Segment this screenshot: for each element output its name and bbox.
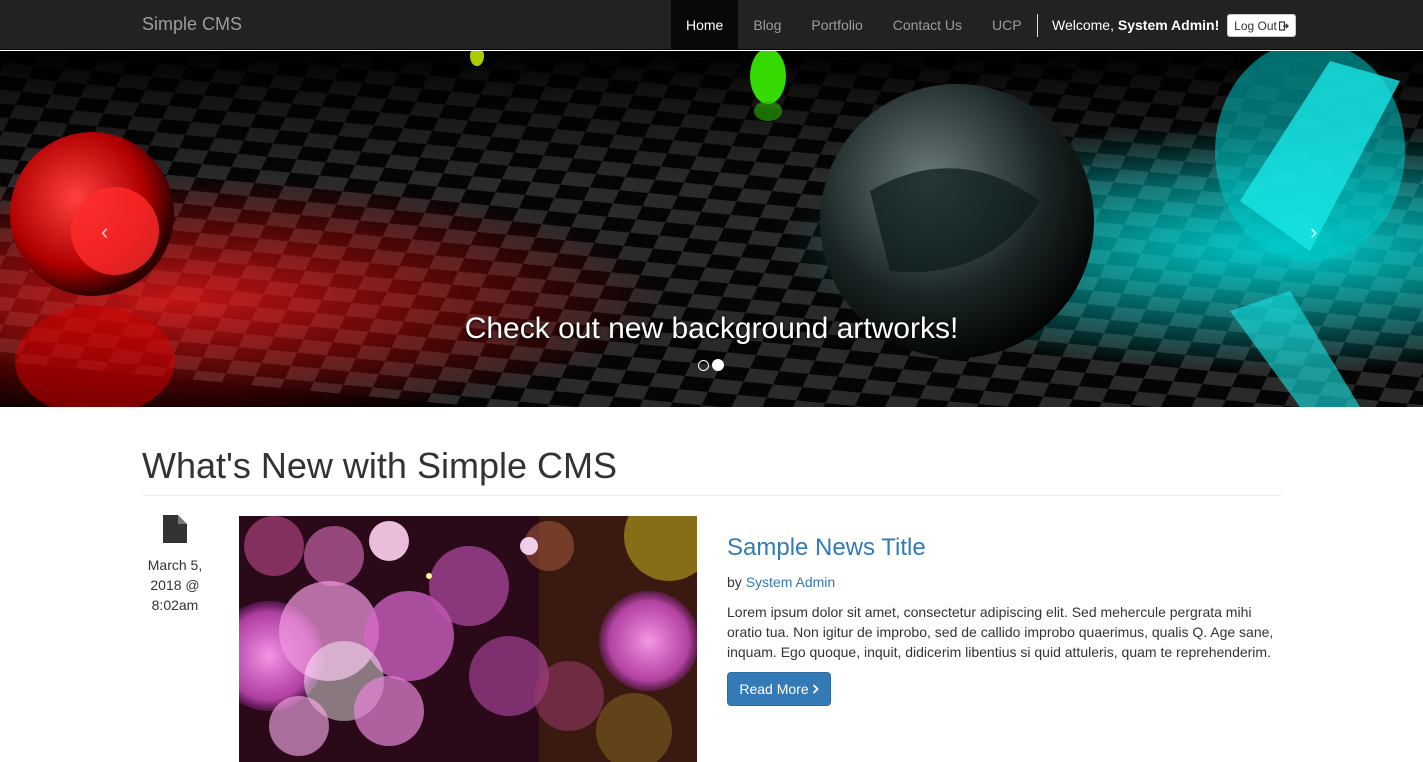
carousel-indicator-2[interactable] bbox=[712, 359, 724, 371]
hero-carousel: ‹ › Check out new background artworks! bbox=[0, 51, 1423, 407]
page-header: What's New with Simple CMS bbox=[142, 444, 1282, 496]
file-icon bbox=[163, 515, 187, 543]
carousel-caption: Check out new background artworks! bbox=[464, 312, 959, 345]
logout-label: Log Out bbox=[1234, 18, 1277, 33]
top-navbar: Simple CMS Home Blog Portfolio Contact U… bbox=[0, 0, 1423, 50]
carousel-next-button[interactable]: › bbox=[1310, 219, 1317, 245]
carousel-slide-image bbox=[0, 51, 1423, 407]
bokeh-image bbox=[239, 516, 697, 762]
main-nav: Home Blog Portfolio Contact Us UCP bbox=[671, 0, 1037, 50]
read-more-label: Read More bbox=[739, 681, 809, 697]
welcome-text: Welcome, System Admin! bbox=[1052, 17, 1220, 33]
welcome-username: System Admin bbox=[1117, 17, 1215, 33]
nav-divider bbox=[1037, 14, 1038, 37]
post-title-link[interactable]: Sample News Title bbox=[727, 534, 926, 562]
post-date: March 5, 2018 @ 8:02am bbox=[147, 557, 203, 613]
post-author-link[interactable]: System Admin bbox=[746, 574, 835, 590]
nav-item-ucp[interactable]: UCP bbox=[977, 0, 1037, 50]
page-title: What's New with Simple CMS bbox=[142, 445, 617, 486]
nav-item-portfolio[interactable]: Portfolio bbox=[796, 0, 877, 50]
nav-item-contact-us[interactable]: Contact Us bbox=[878, 0, 977, 50]
logout-icon bbox=[1278, 20, 1289, 31]
post-thumbnail[interactable] bbox=[239, 516, 697, 762]
carousel-prev-button[interactable]: ‹ bbox=[101, 219, 108, 245]
read-more-button[interactable]: Read More bbox=[727, 672, 831, 706]
nav-item-blog[interactable]: Blog bbox=[738, 0, 796, 50]
logout-button[interactable]: Log Out bbox=[1227, 14, 1296, 37]
chevron-right-icon bbox=[812, 684, 819, 694]
carousel-indicator-1[interactable] bbox=[698, 360, 709, 371]
brand-link[interactable]: Simple CMS bbox=[142, 14, 242, 35]
post-byline: by System Admin bbox=[727, 574, 836, 590]
post-excerpt: Lorem ipsum dolor sit amet, consectetur … bbox=[727, 604, 1274, 660]
nav-item-home[interactable]: Home bbox=[671, 0, 739, 50]
carousel-indicators bbox=[698, 359, 724, 371]
